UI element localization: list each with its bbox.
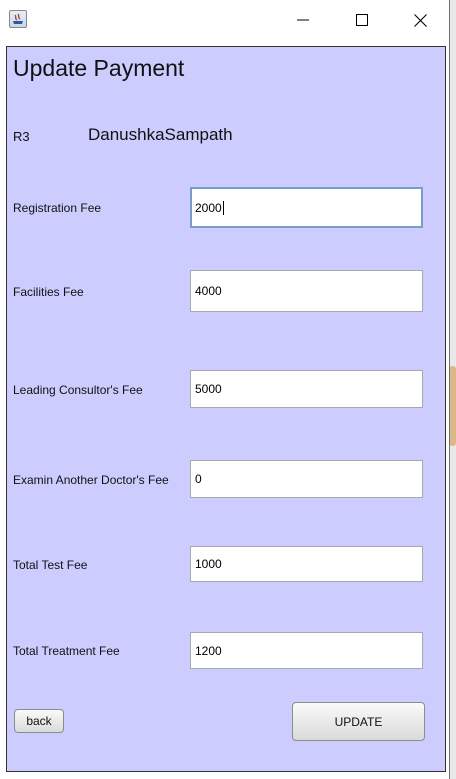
registration-fee-value: 2000 [195, 200, 222, 215]
title-bar[interactable] [0, 0, 449, 40]
update-button[interactable]: UPDATE [292, 702, 425, 741]
total-treatment-fee-field[interactable]: 1200 [190, 632, 423, 669]
maximize-button[interactable] [333, 0, 391, 40]
window-bottom-border [0, 772, 449, 779]
java-app-icon [9, 10, 27, 28]
text-caret [222, 200, 224, 215]
examin-another-doctor-fee-label: Examin Another Doctor's Fee [13, 473, 169, 487]
app-window: Update Payment R3 DanushkaSampath Regist… [0, 0, 449, 779]
registration-fee-label: Registration Fee [13, 201, 102, 215]
back-button[interactable]: back [14, 709, 64, 733]
maximize-icon [356, 14, 368, 26]
facilities-fee-field[interactable]: 4000 [190, 270, 423, 312]
page-title: Update Payment [13, 55, 185, 81]
leading-consultor-fee-value: 5000 [195, 382, 222, 396]
total-treatment-fee-value: 1200 [195, 643, 222, 658]
facilities-fee-value: 4000 [195, 284, 222, 298]
registration-fee-field[interactable]: 2000 [190, 187, 423, 228]
leading-consultor-fee-field[interactable]: 5000 [190, 370, 423, 408]
close-button[interactable] [391, 0, 449, 40]
close-icon [413, 13, 427, 27]
minimize-button[interactable] [274, 0, 332, 40]
examin-another-doctor-fee-field[interactable]: 0 [190, 460, 423, 498]
patient-id: R3 [13, 129, 30, 144]
update-payment-panel: Update Payment R3 DanushkaSampath Regist… [6, 46, 446, 772]
examin-another-doctor-fee-value: 0 [195, 472, 202, 486]
patient-name: DanushkaSampath [88, 125, 233, 144]
total-test-fee-field[interactable]: 1000 [190, 546, 423, 582]
total-test-fee-label: Total Test Fee [13, 558, 88, 572]
leading-consultor-fee-label: Leading Consultor's Fee [13, 383, 143, 397]
total-test-fee-value: 1000 [195, 557, 222, 571]
total-treatment-fee-label: Total Treatment Fee [13, 644, 120, 658]
facilities-fee-label: Facilities Fee [13, 285, 84, 299]
background-content [449, 366, 456, 446]
minimize-icon [297, 19, 309, 21]
